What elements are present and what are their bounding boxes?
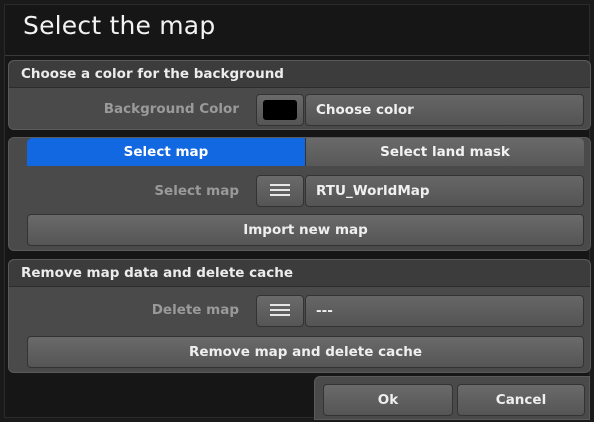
dialog-title: Select the map xyxy=(23,11,216,40)
selected-map-field[interactable]: RTU_WorldMap xyxy=(305,175,584,207)
color-swatch-button[interactable] xyxy=(256,94,304,126)
title-divider xyxy=(5,55,589,56)
map-list-button[interactable] xyxy=(256,175,304,207)
dialog-footer: Ok Cancel xyxy=(314,376,590,420)
background-panel-heading: Choose a color for the background xyxy=(21,66,284,82)
background-color-label: Background Color xyxy=(103,101,239,117)
delete-map-list-button[interactable] xyxy=(256,295,304,327)
remove-map-panel: Remove map data and delete cache Delete … xyxy=(8,259,591,373)
color-swatch xyxy=(263,100,297,120)
remove-map-button[interactable]: Remove map and delete cache xyxy=(27,336,584,368)
delete-map-label: Delete map xyxy=(151,302,239,318)
ok-button[interactable]: Ok xyxy=(323,384,453,416)
panel-header: Remove map data and delete cache xyxy=(9,260,590,287)
tab-select-land-mask[interactable]: Select land mask xyxy=(305,138,584,166)
select-map-label: Select map xyxy=(154,183,239,199)
list-icon xyxy=(270,304,290,320)
background-color-panel: Choose a color for the background Backgr… xyxy=(8,60,591,130)
panel-header: Choose a color for the background xyxy=(9,61,590,88)
list-icon xyxy=(270,184,290,200)
import-new-map-button[interactable]: Import new map xyxy=(27,214,584,246)
choose-color-button[interactable]: Choose color xyxy=(305,94,584,126)
delete-map-field[interactable]: --- xyxy=(305,295,584,327)
map-selection-panel: Select map Select land mask Select map R… xyxy=(8,137,591,251)
tab-select-map[interactable]: Select map xyxy=(27,138,305,166)
cancel-button[interactable]: Cancel xyxy=(457,384,585,416)
remove-panel-heading: Remove map data and delete cache xyxy=(21,265,294,281)
